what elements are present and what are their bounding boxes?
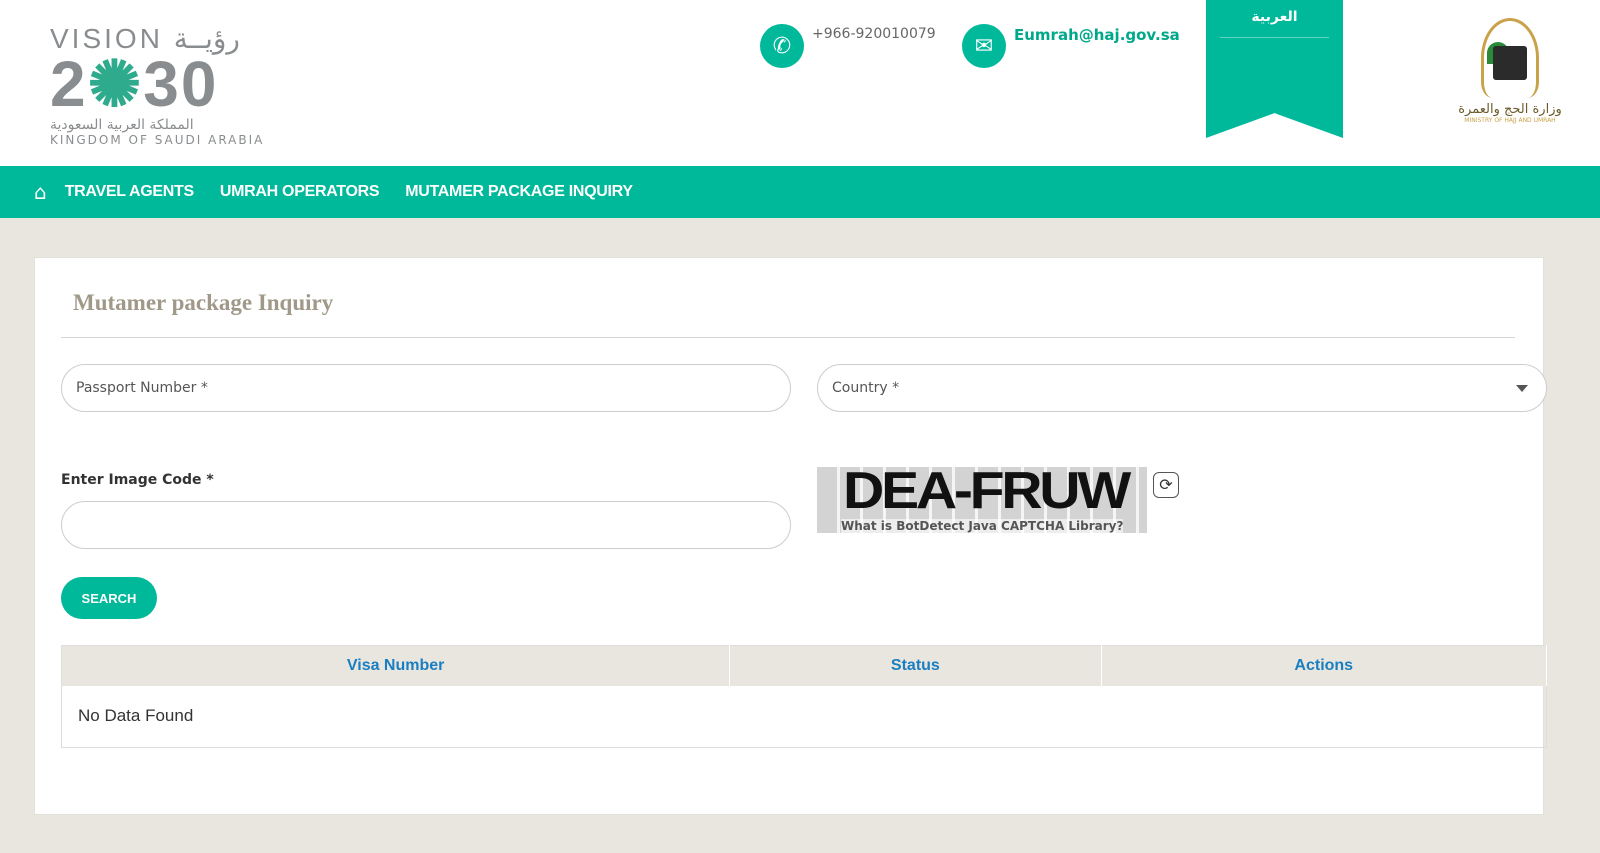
logo-2: 2 <box>50 48 88 120</box>
country-select[interactable]: Country * <box>817 364 1547 412</box>
country-placeholder: Country * <box>832 380 900 396</box>
phone-contact[interactable]: ✆ +966-920010079 <box>760 24 936 68</box>
phone-number[interactable]: +966-920010079 <box>812 26 936 42</box>
email-link[interactable]: Eumrah@haj.gov.sa <box>1014 26 1180 44</box>
page-title: Mutamer package Inquiry <box>73 290 334 315</box>
nav-mutamer-package-inquiry[interactable]: MUTAMER PACKAGE INQUIRY <box>405 183 633 201</box>
vision-2030-logo: VISION رؤيــة 2✺30 المملكة العربية السعو… <box>50 22 330 147</box>
column-actions: Actions <box>1101 645 1547 686</box>
column-status: Status <box>729 645 1102 686</box>
logo-line2: 2✺30 <box>50 52 330 116</box>
language-switch[interactable]: العربية <box>1220 0 1329 38</box>
search-button[interactable]: SEARCH <box>61 577 157 619</box>
column-visa-number: Visa Number <box>61 645 731 686</box>
nav-umrah-operators[interactable]: UMRAH OPERATORS <box>220 183 380 201</box>
table-row: No Data Found <box>62 686 1547 748</box>
image-code-input[interactable] <box>61 501 791 549</box>
divider <box>61 337 1515 338</box>
phone-icon: ✆ <box>760 24 804 68</box>
ministry-logo: وزارة الحج والعمرة MINISTRY OF HAJJ AND … <box>1450 18 1570 124</box>
results-table: Visa Number Status Actions No Data Found <box>61 645 1547 748</box>
email-contact[interactable]: ✉ Eumrah@haj.gov.sa <box>962 24 1180 68</box>
logo-emblem: ✺ <box>87 48 144 120</box>
logo-english: KINGDOM OF SAUDI ARABIA <box>50 133 265 147</box>
passport-placeholder: Passport Number * <box>76 380 208 396</box>
captcha-text: DEA-FRUW <box>843 462 1131 520</box>
header: VISION رؤيــة 2✺30 المملكة العربية السعو… <box>0 0 1600 166</box>
ministry-english: MINISTRY OF HAJJ AND UMRAH <box>1464 117 1556 124</box>
captcha-image: DEA-FRUW What is BotDetect Java CAPTCHA … <box>817 462 1147 533</box>
image-code-label: Enter Image Code * <box>61 472 214 488</box>
logo-30: 30 <box>143 48 219 120</box>
refresh-captcha-icon[interactable]: ⟳ <box>1153 472 1179 498</box>
mail-icon: ✉ <box>962 24 1006 68</box>
kaaba-emblem-icon <box>1475 18 1545 98</box>
language-ribbon[interactable]: العربية <box>1206 0 1343 138</box>
ministry-arabic: وزارة الحج والعمرة <box>1458 102 1562 117</box>
no-data-message: No Data Found <box>78 706 194 726</box>
logo-arabic: المملكة العربية السعودية <box>50 117 194 133</box>
nav-travel-agents[interactable]: TRAVEL AGENTS <box>65 183 194 201</box>
botdetect-link[interactable]: What is BotDetect Java CAPTCHA Library? <box>841 519 1124 533</box>
inquiry-card: Mutamer package Inquiry Passport Number … <box>34 257 1547 815</box>
passport-number-input[interactable]: Passport Number * <box>61 364 791 412</box>
home-icon[interactable]: ⌂ <box>34 180 47 204</box>
chevron-down-icon <box>1516 385 1528 392</box>
main-nav: ⌂ TRAVEL AGENTS UMRAH OPERATORS MUTAMER … <box>0 166 1600 218</box>
